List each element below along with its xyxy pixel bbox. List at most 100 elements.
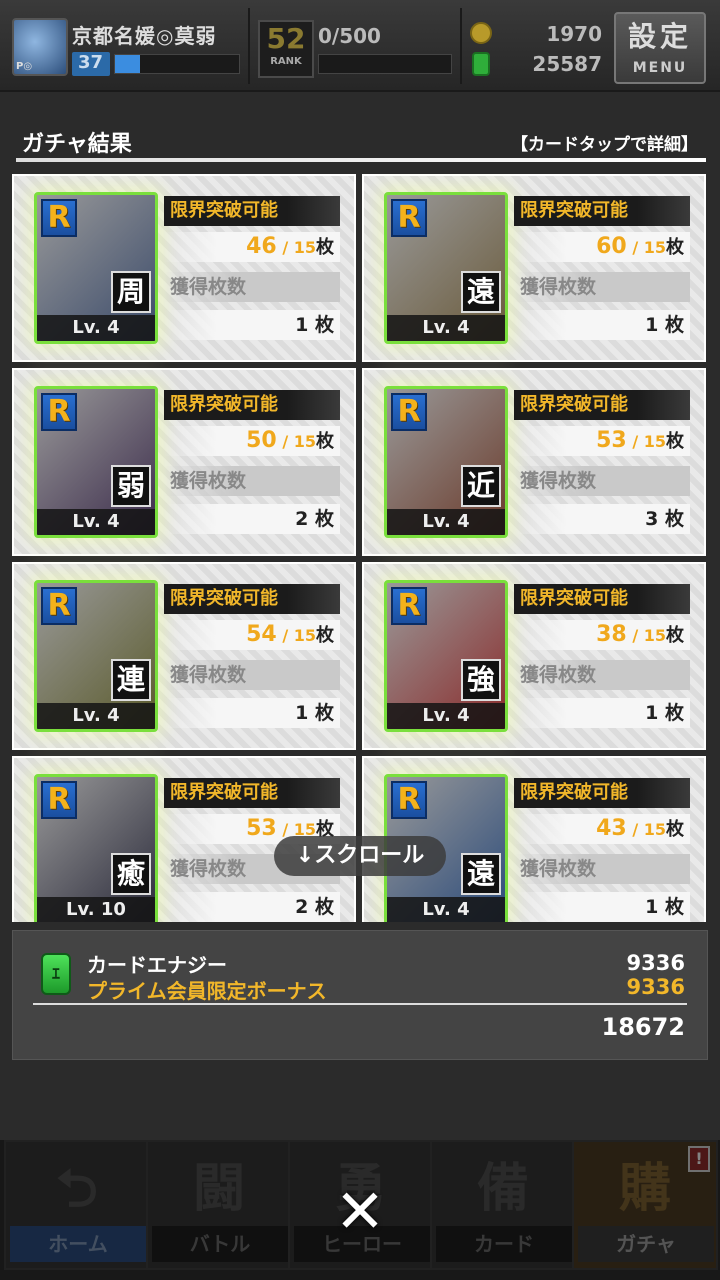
close-button[interactable]: ✕ — [328, 1180, 392, 1244]
result-hint: 【カードタップで詳細】 — [511, 135, 698, 155]
card-result-item[interactable]: R 連 Lv. 4 限界突破可能 54 / 15枚 獲得枚数 1 枚 — [12, 562, 356, 750]
owned-count: 38 — [596, 622, 627, 647]
nav-card[interactable]: 備 カード — [430, 1140, 576, 1270]
nav-home-label: ホーム — [10, 1226, 146, 1262]
result-title: ガチャ結果 — [22, 132, 132, 157]
card-energy-value: 25587 — [532, 52, 602, 76]
card-result-grid: R 周 Lv. 4 限界突破可能 46 / 15枚 獲得枚数 1 枚 R 遠 Lv. 4 限界突破可… — [12, 174, 708, 922]
card-type-badge: 周 — [111, 271, 151, 313]
card-level: Lv. 4 — [37, 703, 155, 729]
bonus-label: プライム会員限定ボーナス — [87, 979, 327, 1003]
count-unit: 枚 — [316, 431, 334, 452]
card-art: R 癒 Lv. 10 — [34, 774, 158, 922]
home-icon: ⮌ — [56, 1159, 98, 1219]
owned-count: 54 — [246, 622, 277, 647]
card-level: Lv. 4 — [387, 509, 505, 535]
rarity-badge: R — [391, 587, 427, 625]
card-type-badge: 近 — [461, 465, 501, 507]
player-avatar[interactable]: P◎ — [12, 18, 68, 76]
gold-value: 1970 — [546, 22, 602, 46]
limit-break-count: 54 / 15枚 — [164, 620, 340, 650]
avatar-tag: P◎ — [16, 61, 33, 72]
card-art: R 連 Lv. 4 — [34, 580, 158, 732]
limit-break-label: 限界突破可能 — [514, 778, 690, 808]
stamina-text: 0/500 — [318, 24, 381, 48]
energy-label: カードエナジー — [87, 953, 227, 977]
rarity-badge: R — [391, 781, 427, 819]
acquired-count: 2 枚 — [164, 504, 340, 534]
limit-max: / 15 — [632, 820, 666, 839]
nav-battle-label: バトル — [152, 1226, 288, 1262]
energy-total: 18672 — [601, 1013, 686, 1041]
acquired-count: 1 枚 — [514, 698, 690, 728]
owned-count: 43 — [596, 816, 627, 841]
card-result-item[interactable]: R 遠 Lv. 4 限界突破可能 60 / 15枚 獲得枚数 1 枚 — [362, 174, 706, 362]
acquired-count: 1 枚 — [514, 892, 690, 922]
acquired-count: 3 枚 — [514, 504, 690, 534]
limit-break-label: 限界突破可能 — [164, 196, 340, 226]
limit-break-label: 限界突破可能 — [514, 584, 690, 614]
status-header: P◎ 京都名媛◎莫弱 37 52 RANK 0/500 1970 25587 設… — [0, 0, 720, 92]
acquired-count: 2 枚 — [164, 892, 340, 922]
limit-max: / 15 — [282, 626, 316, 645]
card-art: R 遠 Lv. 4 — [384, 192, 508, 344]
menu-button-sublabel: MENU — [632, 60, 688, 76]
rank-badge: 52 RANK — [258, 20, 314, 78]
card-energy-panel: ｴ カードエナジー プライム会員限定ボーナス 9336 9336 18672 — [12, 930, 708, 1060]
nav-gacha[interactable]: 購 ガチャ ! — [572, 1140, 718, 1270]
nav-home[interactable]: ⮌ ホーム — [4, 1140, 150, 1270]
rarity-badge: R — [41, 199, 77, 237]
limit-max: / 15 — [632, 238, 666, 257]
count-unit: 枚 — [316, 625, 334, 646]
bonus-amount: 9336 — [626, 975, 685, 999]
acquired-count: 1 枚 — [514, 310, 690, 340]
menu-button[interactable]: 設定 MENU — [614, 12, 706, 84]
limit-max: / 15 — [632, 626, 666, 645]
card-art: R 近 Lv. 4 — [384, 386, 508, 538]
nav-gacha-label: ガチャ — [578, 1226, 714, 1262]
limit-break-label: 限界突破可能 — [164, 778, 340, 808]
limit-break-count: 53 / 15枚 — [514, 426, 690, 456]
nav-battle[interactable]: 闘 バトル — [146, 1140, 292, 1270]
card-level: Lv. 4 — [387, 703, 505, 729]
rarity-badge: R — [391, 199, 427, 237]
card-level: Lv. 4 — [387, 897, 505, 922]
limit-max: / 15 — [282, 238, 316, 257]
exp-bar — [114, 54, 240, 74]
exp-fill — [115, 55, 140, 73]
limit-break-count: 38 / 15枚 — [514, 620, 690, 650]
owned-count: 60 — [596, 234, 627, 259]
card-result-item[interactable]: R 周 Lv. 4 限界突破可能 46 / 15枚 獲得枚数 1 枚 — [12, 174, 356, 362]
acquired-label: 獲得枚数 — [164, 272, 340, 302]
card-type-badge: 遠 — [461, 271, 501, 313]
battle-icon: 闘 — [192, 1159, 245, 1219]
energy-canister-icon: ｴ — [41, 953, 71, 995]
rank-value: 52 — [266, 22, 306, 55]
energy-amount: 9336 — [626, 951, 685, 975]
rarity-badge: R — [41, 781, 77, 819]
scroll-hint: ↓スクロール — [274, 836, 446, 876]
player-name: 京都名媛◎莫弱 — [72, 24, 217, 48]
limit-max: / 15 — [632, 432, 666, 451]
card-result-item[interactable]: R 強 Lv. 4 限界突破可能 38 / 15枚 獲得枚数 1 枚 — [362, 562, 706, 750]
title-underline — [16, 158, 706, 162]
limit-break-count: 43 / 15枚 — [514, 814, 690, 844]
card-level: Lv. 4 — [37, 315, 155, 341]
limit-break-label: 限界突破可能 — [164, 584, 340, 614]
card-result-item[interactable]: R 近 Lv. 4 限界突破可能 53 / 15枚 獲得枚数 3 枚 — [362, 368, 706, 556]
acquired-label: 獲得枚数 — [164, 466, 340, 496]
owned-count: 50 — [246, 428, 277, 453]
rank-label: RANK — [270, 56, 302, 67]
card-energy-icon — [472, 52, 490, 76]
acquired-count: 1 枚 — [164, 698, 340, 728]
card-icon: 備 — [476, 1159, 529, 1219]
gold-coin-icon — [470, 22, 492, 44]
card-level: Lv. 4 — [387, 315, 505, 341]
rarity-badge: R — [41, 393, 77, 431]
card-result-item[interactable]: R 弱 Lv. 4 限界突破可能 50 / 15枚 獲得枚数 2 枚 — [12, 368, 356, 556]
acquired-label: 獲得枚数 — [514, 466, 690, 496]
card-type-badge: 弱 — [111, 465, 151, 507]
notification-badge: ! — [688, 1146, 710, 1172]
count-unit: 枚 — [666, 819, 684, 840]
header-divider — [248, 8, 250, 84]
